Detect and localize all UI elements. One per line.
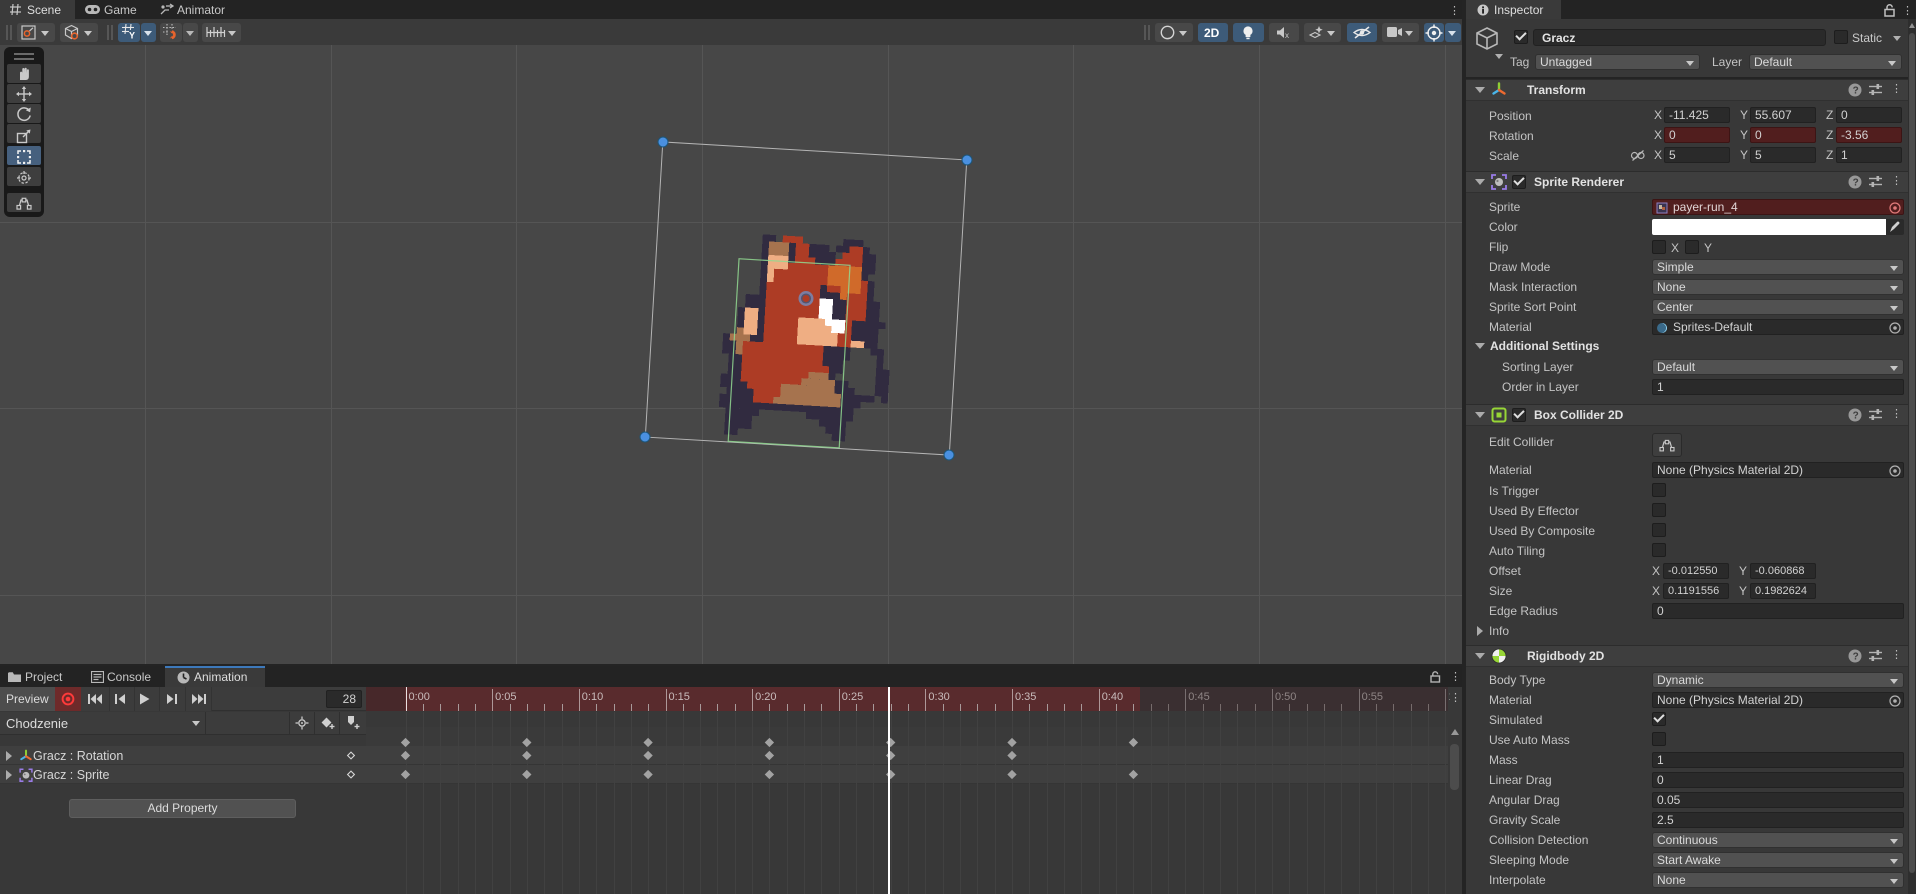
svg-text:?: ?: [1853, 86, 1859, 97]
svg-text:?: ?: [1853, 652, 1859, 663]
svg-text:?: ?: [1853, 411, 1859, 422]
svg-text:?: ?: [1853, 178, 1859, 189]
